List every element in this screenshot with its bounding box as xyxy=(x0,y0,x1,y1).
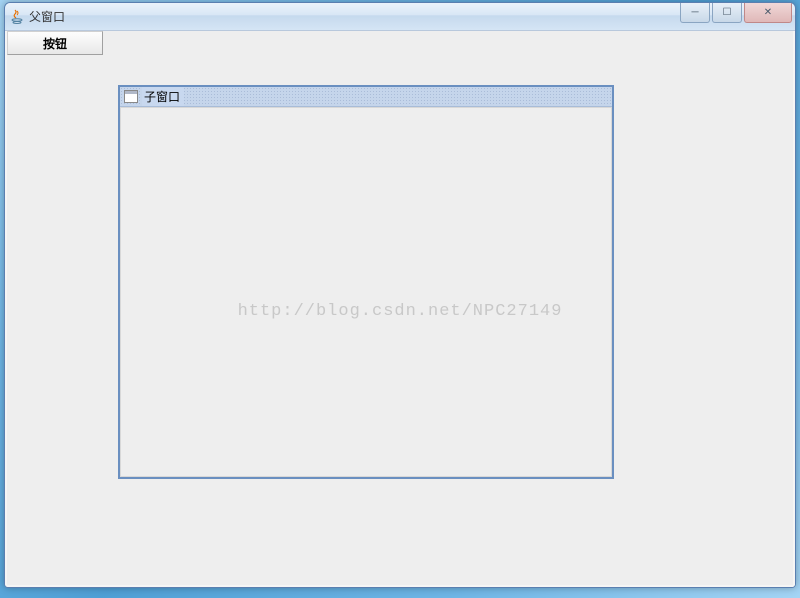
parent-window: 父窗口 ─ ☐ ✕ 按钮 子窗口 xyxy=(4,2,796,588)
child-titlebar[interactable]: 子窗口 xyxy=(120,87,612,107)
parent-window-title: 父窗口 xyxy=(29,8,791,25)
maximize-button[interactable]: ☐ xyxy=(712,3,742,23)
parent-window-content: 按钮 子窗口 xyxy=(5,31,795,587)
child-window-title: 子窗口 xyxy=(142,87,184,106)
internal-frame-icon xyxy=(124,90,138,103)
minimize-button[interactable]: ─ xyxy=(680,3,710,23)
toolbar-button[interactable]: 按钮 xyxy=(7,31,103,55)
parent-titlebar[interactable]: 父窗口 ─ ☐ ✕ xyxy=(5,3,795,31)
window-controls: ─ ☐ ✕ xyxy=(680,3,795,23)
close-button[interactable]: ✕ xyxy=(744,3,792,23)
java-icon xyxy=(9,9,25,25)
child-window-content xyxy=(120,107,612,477)
child-window: 子窗口 xyxy=(118,85,614,479)
